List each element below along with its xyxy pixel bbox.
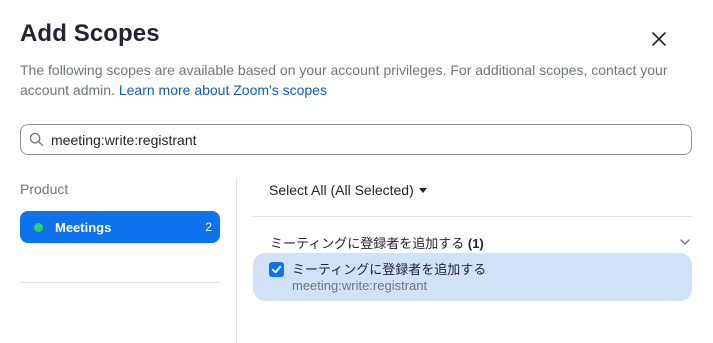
caret-down-icon [418,187,427,193]
scope-item-name: ミーティングに登録者を追加する [292,262,487,277]
product-item-label: Meetings [55,219,112,235]
scope-item[interactable]: ミーティングに登録者を追加する meeting:write:registrant [253,253,692,301]
product-item-count: 2 [205,220,212,234]
scope-group-name: ミーティングに登録者を追加する [270,236,465,251]
learn-more-link[interactable]: Learn more about Zoom's scopes [119,82,327,98]
product-list-divider [20,282,220,283]
product-section-label: Product [20,181,69,197]
dialog-description: The following scopes are available based… [20,60,690,100]
search-icon [29,132,45,148]
select-all-label: Select All (All Selected) [269,182,414,198]
panel-divider [236,179,237,343]
product-item-meetings[interactable]: Meetings 2 [20,211,220,243]
close-icon [652,32,666,46]
chevron-down-icon[interactable] [679,238,691,246]
select-all-dropdown[interactable]: Select All (All Selected) [269,182,427,198]
status-dot [34,222,43,232]
scope-checkbox[interactable] [269,262,284,277]
scope-group-header[interactable]: ミーティングに登録者を追加する (1) [270,233,484,252]
checkmark-icon [271,265,282,274]
scope-list-divider [253,216,692,217]
dialog-title: Add Scopes [20,20,160,47]
scope-group-count: (1) [467,236,484,251]
search-input[interactable]: meeting:write:registrant [20,124,692,155]
description-text: The following scopes are available based… [20,62,668,98]
close-button[interactable] [644,24,674,54]
scope-item-id: meeting:write:registrant [292,278,428,293]
search-value: meeting:write:registrant [51,131,197,148]
